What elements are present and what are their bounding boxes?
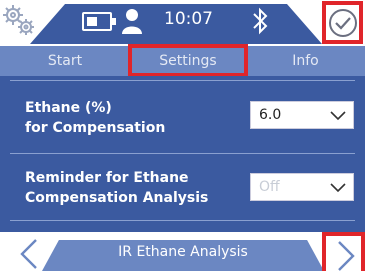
reminder-label: Reminder for Ethane Compensation Analysi… [25,170,209,206]
divider [10,80,355,81]
footer-title: IR Ethane Analysis [118,244,248,260]
divider [10,220,355,221]
settings-tab-highlight [128,44,248,77]
tab-start[interactable]: Start [0,46,130,76]
battery-icon [82,12,116,31]
ethane-select[interactable]: 6.0 [250,101,354,129]
ethane-value: 6.0 [259,107,282,123]
chevron-left-icon[interactable] [18,238,40,270]
bluetooth-icon [253,7,268,35]
chevron-down-icon [330,111,346,121]
divider [10,153,355,154]
chevron-right-icon [338,241,355,271]
ethane-label: Ethane (%) for Compensation [25,100,166,136]
chevron-down-icon [330,183,346,193]
tab-info[interactable]: Info [246,46,365,76]
status-bar: 10:07 [0,0,365,46]
next-button[interactable] [322,232,365,271]
confirm-button[interactable] [322,1,363,44]
gears-icon[interactable] [0,0,40,46]
checkmark-icon [329,9,357,37]
bottom-nav: IR Ethane Analysis [0,232,365,271]
device-screen: 10:07 Start Settings Info Ethane (%) for… [0,0,365,271]
user-icon [122,9,142,34]
settings-panel: Ethane (%) for Compensation 6.0 Reminder… [0,76,365,232]
reminder-value: Off [259,179,280,195]
clock-time: 10:07 [164,9,213,29]
reminder-select[interactable]: Off [250,173,354,201]
